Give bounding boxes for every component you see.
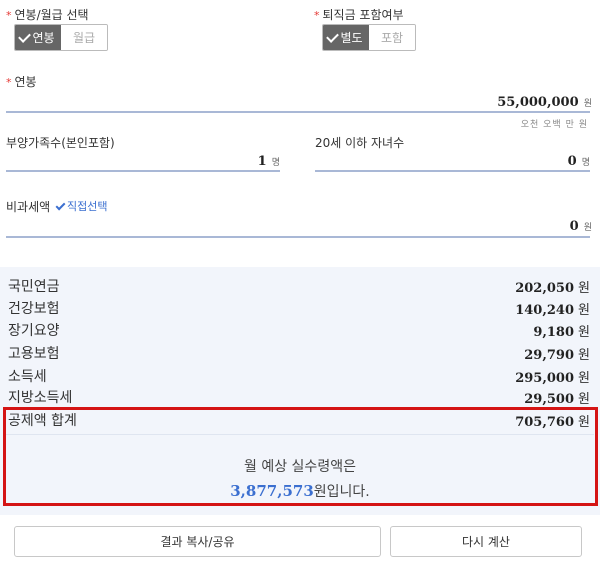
annual-salary-hint: 오천 오백 만 원 bbox=[520, 120, 588, 130]
children-unit: 명 bbox=[581, 158, 590, 168]
severance-toggle: 별도 포함 bbox=[322, 24, 416, 51]
dependents-unit: 명 bbox=[271, 158, 280, 168]
annual-salary-unit: 원 bbox=[583, 99, 592, 109]
check-icon bbox=[55, 200, 66, 211]
children-input[interactable]: 0 명 bbox=[490, 150, 590, 169]
salary-type-annual-button[interactable]: 연봉 bbox=[15, 25, 61, 50]
nontax-input[interactable]: 0 원 bbox=[570, 215, 592, 234]
salary-type-toggle: 연봉 월급 bbox=[14, 24, 108, 51]
severance-label: * 퇴직금 포함여부 bbox=[314, 8, 404, 22]
divider bbox=[6, 434, 594, 435]
nontax-direct-select-link[interactable]: 직접선택 bbox=[55, 198, 107, 214]
annual-salary-label: * 연봉 bbox=[6, 75, 37, 89]
net-pay-amount: 3,877,573 bbox=[230, 482, 314, 500]
deduction-row: 고용보험 29,790 원 bbox=[8, 346, 590, 363]
dependents-underline bbox=[6, 170, 280, 172]
total-row: 공제액 합계 705,760 원 bbox=[8, 413, 590, 430]
deduction-row: 소득세 295,000 원 bbox=[8, 369, 590, 386]
nontax-label: 비과세액 bbox=[6, 200, 51, 214]
annual-salary-input[interactable]: 55,000,000 원 bbox=[497, 91, 592, 110]
annual-salary-value: 55,000,000 bbox=[497, 95, 579, 110]
check-icon bbox=[18, 29, 32, 43]
recalculate-button[interactable]: 다시 계산 bbox=[390, 526, 582, 557]
deduction-row: 건강보험 140,240 원 bbox=[8, 301, 590, 318]
share-result-button[interactable]: 결과 복사/공유 bbox=[14, 526, 381, 557]
dependents-label: 부양가족수(본인포함) bbox=[6, 136, 115, 150]
deduction-row: 장기요양 9,180 원 bbox=[8, 323, 590, 340]
dependents-value: 1 bbox=[257, 154, 267, 169]
nontax-underline bbox=[6, 236, 590, 238]
children-underline bbox=[315, 170, 590, 172]
deduction-row: 지방소득세 29,500 원 bbox=[8, 390, 590, 407]
dependents-input[interactable]: 1 명 bbox=[180, 150, 280, 169]
check-icon bbox=[326, 29, 340, 43]
deduction-row: 국민연금 202,050 원 bbox=[8, 279, 590, 296]
nontax-value: 0 bbox=[569, 219, 579, 234]
salary-type-label: * 연봉/월급 선택 bbox=[6, 8, 89, 22]
severance-separate-button[interactable]: 별도 bbox=[323, 25, 369, 50]
children-value: 0 bbox=[567, 154, 577, 169]
nontax-unit: 원 bbox=[583, 223, 592, 233]
children-label: 20세 이하 자녀수 bbox=[315, 136, 405, 150]
annual-salary-underline bbox=[6, 111, 590, 113]
salary-type-monthly-button[interactable]: 월급 bbox=[61, 25, 107, 50]
net-pay-suffix: 원입니다. bbox=[313, 484, 370, 500]
severance-included-button[interactable]: 포함 bbox=[369, 25, 415, 50]
net-pay-title: 월 예상 실수령액은 bbox=[244, 459, 356, 475]
net-pay-line: 3,877,573원입니다. bbox=[0, 481, 600, 501]
